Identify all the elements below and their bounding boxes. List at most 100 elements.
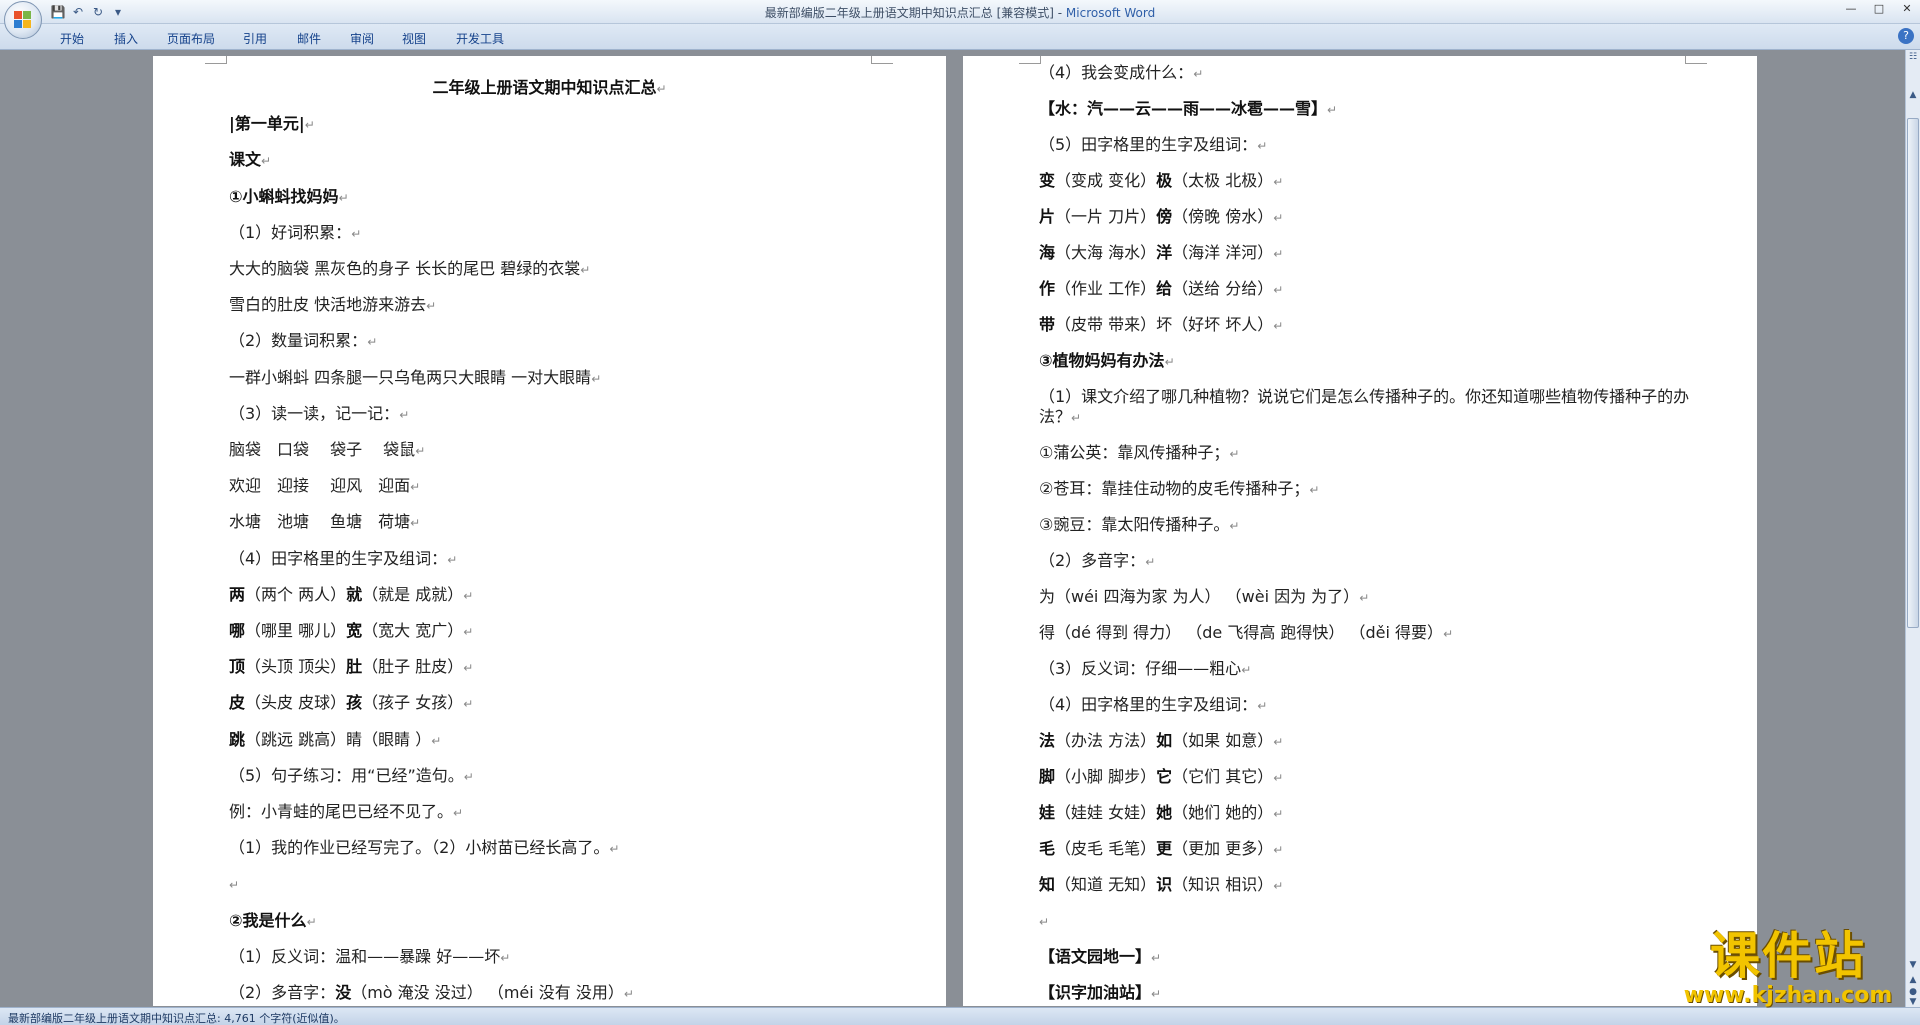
paragraph: |第一单元|↵ bbox=[229, 114, 315, 135]
tab-developer[interactable]: 开发工具 bbox=[456, 30, 504, 47]
text-run: （2）多音字： bbox=[229, 983, 336, 1002]
text-run: 例：小青蛙的尾巴已经不见了。 bbox=[229, 802, 454, 821]
status-bar: 最新部编版二年级上册语文期中知识点汇总: 4,761 个字符(近似值)。 bbox=[0, 1007, 1920, 1025]
paragraph: （1）反义词：温和——暴躁 好——坏↵ bbox=[229, 947, 510, 968]
close-icon[interactable]: ✕ bbox=[1900, 2, 1914, 15]
paragraph: 脑袋 口袋 袋子 袋鼠↵ bbox=[229, 440, 425, 461]
bold-character: 没 bbox=[335, 983, 352, 1002]
paragraph: （4）我会变成什么：↵ bbox=[1039, 63, 1203, 84]
text-run: （知识 相识） bbox=[1172, 875, 1274, 894]
scrollbar-thumb[interactable] bbox=[1907, 118, 1919, 628]
app-name: Microsoft Word bbox=[1065, 6, 1156, 20]
paragraph: 法（办法 方法）如（如果 如意）↵ bbox=[1039, 731, 1283, 752]
paragraph: （1）我的作业已经写完了。（2）小树苗已经长高了。↵ bbox=[229, 838, 619, 859]
paragraph: 二年级上册语文期中知识点汇总↵ bbox=[153, 78, 946, 99]
paragraph-mark-icon: ↵ bbox=[1151, 951, 1162, 965]
text-run: ②苍耳：靠挂住动物的皮毛传播种子； bbox=[1039, 479, 1310, 498]
office-button[interactable] bbox=[4, 1, 42, 39]
paragraph-mark-icon: ↵ bbox=[623, 987, 634, 1001]
tab-view[interactable]: 视图 bbox=[402, 30, 426, 47]
tab-home[interactable]: 开始 bbox=[60, 30, 84, 47]
paragraph: ②苍耳：靠挂住动物的皮毛传播种子；↵ bbox=[1039, 479, 1319, 500]
text-run: 一群小蝌蚪 四条腿一只乌龟两只大眼睛 一对大眼睛 bbox=[229, 367, 592, 387]
next-page-icon[interactable]: ▼ bbox=[1906, 997, 1920, 1007]
paragraph-mark-icon: ↵ bbox=[367, 335, 378, 350]
text-run: （一片 刀片） bbox=[1055, 207, 1157, 226]
tab-references[interactable]: 引用 bbox=[243, 30, 267, 47]
bold-character: 她 bbox=[1156, 803, 1173, 822]
text-run: 雪白的肚皮 快活地游来游去 bbox=[229, 295, 427, 315]
tab-page-layout[interactable]: 页面布局 bbox=[167, 30, 215, 47]
previous-page-icon[interactable]: ▲ bbox=[1906, 975, 1920, 985]
paragraph-mark-icon: ↵ bbox=[1229, 519, 1240, 533]
paragraph-mark-icon: ↵ bbox=[1241, 663, 1252, 677]
text-run: （作业 工作） bbox=[1055, 279, 1157, 298]
paragraph: 【语文园地一】↵ bbox=[1039, 947, 1161, 968]
paragraph-mark-icon: ↵ bbox=[1359, 591, 1370, 605]
document-page-right[interactable]: （4）我会变成什么：↵ 【水：汽——云——雨——冰雹——雪】↵ （5）田字格里的生字… bbox=[963, 56, 1757, 1006]
vertical-scrollbar[interactable]: ☷ ▲ ▼ ▲ ● ▼ bbox=[1905, 50, 1920, 1007]
paragraph-mark-icon: ↵ bbox=[463, 588, 474, 603]
paragraph: （3）读一读，记一记：↵ bbox=[229, 404, 409, 425]
minimize-icon[interactable]: — bbox=[1844, 2, 1858, 15]
window-controls: — □ ✕ bbox=[1844, 2, 1914, 15]
paragraph: 例：小青蛙的尾巴已经不见了。↵ bbox=[229, 802, 463, 823]
bold-character: 就 bbox=[346, 584, 363, 604]
text-run: 得（dé 得到 得力） （de 飞得高 跑得快） （děi 得要） bbox=[1039, 623, 1444, 642]
help-icon[interactable]: ? bbox=[1898, 28, 1914, 44]
paragraph: ↵ bbox=[229, 874, 239, 895]
paragraph: （5）句子练习：用“已经”造句。↵ bbox=[229, 766, 474, 787]
text-run: （跳远 跳高）睛（眼睛 ） bbox=[245, 729, 432, 749]
paragraph-mark-icon: ↵ bbox=[1273, 771, 1284, 785]
text-run: （2）多音字： bbox=[1039, 551, 1146, 570]
tab-mailings[interactable]: 邮件 bbox=[297, 30, 321, 47]
tab-review[interactable]: 审阅 bbox=[350, 30, 374, 47]
paragraph-mark-icon: ↵ bbox=[1039, 915, 1050, 929]
text-run: （皮带 带来）坏（好坏 坏人） bbox=[1055, 315, 1274, 334]
paragraph: 皮（头皮 皮球）孩（孩子 女孩）↵ bbox=[229, 693, 473, 714]
window-title: 最新部编版二年级上册语文期中知识点汇总 [兼容模式] - Microsoft W… bbox=[0, 4, 1920, 21]
bold-character: 带 bbox=[1039, 315, 1056, 334]
text-run: 脑袋 口袋 袋子 袋鼠 bbox=[229, 440, 416, 459]
paragraph: ↵ bbox=[1039, 911, 1049, 932]
text-run: （4）田字格里的生字及组词： bbox=[229, 548, 448, 568]
watermark-name: 课件站 bbox=[1710, 927, 1866, 985]
bold-character: 两 bbox=[229, 584, 246, 604]
scroll-down-icon[interactable]: ▼ bbox=[1906, 960, 1920, 970]
paragraph: 课文↵ bbox=[229, 150, 271, 171]
paragraph: 变（变成 变化）极（太极 北极）↵ bbox=[1039, 171, 1283, 192]
text-run: （3）读一读，记一记： bbox=[229, 403, 400, 423]
text-run: （它们 其它） bbox=[1172, 767, 1274, 786]
paragraph: （1）好词积累：↵ bbox=[229, 223, 361, 244]
text-run: 为（wéi 四海为家 为人） （wèi 因为 为了） bbox=[1039, 587, 1360, 606]
paragraph-mark-icon: ↵ bbox=[410, 480, 421, 495]
paragraph: 【水：汽——云——雨——冰雹——雪】↵ bbox=[1039, 99, 1337, 120]
bold-character: 顶 bbox=[229, 657, 246, 677]
crop-mark bbox=[205, 56, 227, 64]
text-run: （娃娃 女娃） bbox=[1055, 803, 1157, 822]
bold-character: 跳 bbox=[229, 729, 246, 749]
bold-character: 哪 bbox=[229, 621, 246, 640]
text-run: （她们 她的） bbox=[1172, 803, 1274, 822]
paragraph: 片（一片 刀片）傍（傍晚 傍水）↵ bbox=[1039, 207, 1283, 228]
browse-object-icon[interactable]: ● bbox=[1906, 987, 1920, 997]
paragraph-mark-icon: ↵ bbox=[1273, 735, 1284, 749]
maximize-icon[interactable]: □ bbox=[1872, 2, 1886, 15]
document-page-left[interactable]: 二年级上册语文期中知识点汇总↵ |第一单元|↵ 课文↵ ①小蝌蚪找妈妈↵ （1）好词积累… bbox=[153, 56, 946, 1006]
text-run: （头顶 顶尖） bbox=[245, 657, 347, 677]
tab-insert[interactable]: 插入 bbox=[114, 30, 138, 47]
office-logo-icon bbox=[14, 11, 32, 29]
bold-character: 更 bbox=[1156, 839, 1173, 858]
paragraph: 脚（小脚 脚步）它（它们 其它）↵ bbox=[1039, 767, 1283, 788]
scroll-up-icon[interactable]: ▲ bbox=[1906, 90, 1920, 100]
paragraph-mark-icon: ↵ bbox=[304, 118, 315, 133]
title-bar: 💾 ↶ ↻ ▾ 最新部编版二年级上册语文期中知识点汇总 [兼容模式] - Mic… bbox=[0, 0, 1920, 24]
bold-character: 识 bbox=[1156, 875, 1173, 894]
text-run: （2）数量词积累： bbox=[229, 331, 368, 351]
ruler-toggle-icon[interactable]: ☷ bbox=[1906, 52, 1920, 62]
paragraph: （3）反义词：仔细——粗心↵ bbox=[1039, 659, 1251, 680]
paragraph-mark-icon: ↵ bbox=[261, 154, 272, 169]
paragraph-mark-icon: ↵ bbox=[1273, 843, 1284, 857]
paragraph: ③豌豆：靠太阳传播种子。↵ bbox=[1039, 515, 1239, 536]
text-run: （更加 更多） bbox=[1172, 839, 1274, 858]
